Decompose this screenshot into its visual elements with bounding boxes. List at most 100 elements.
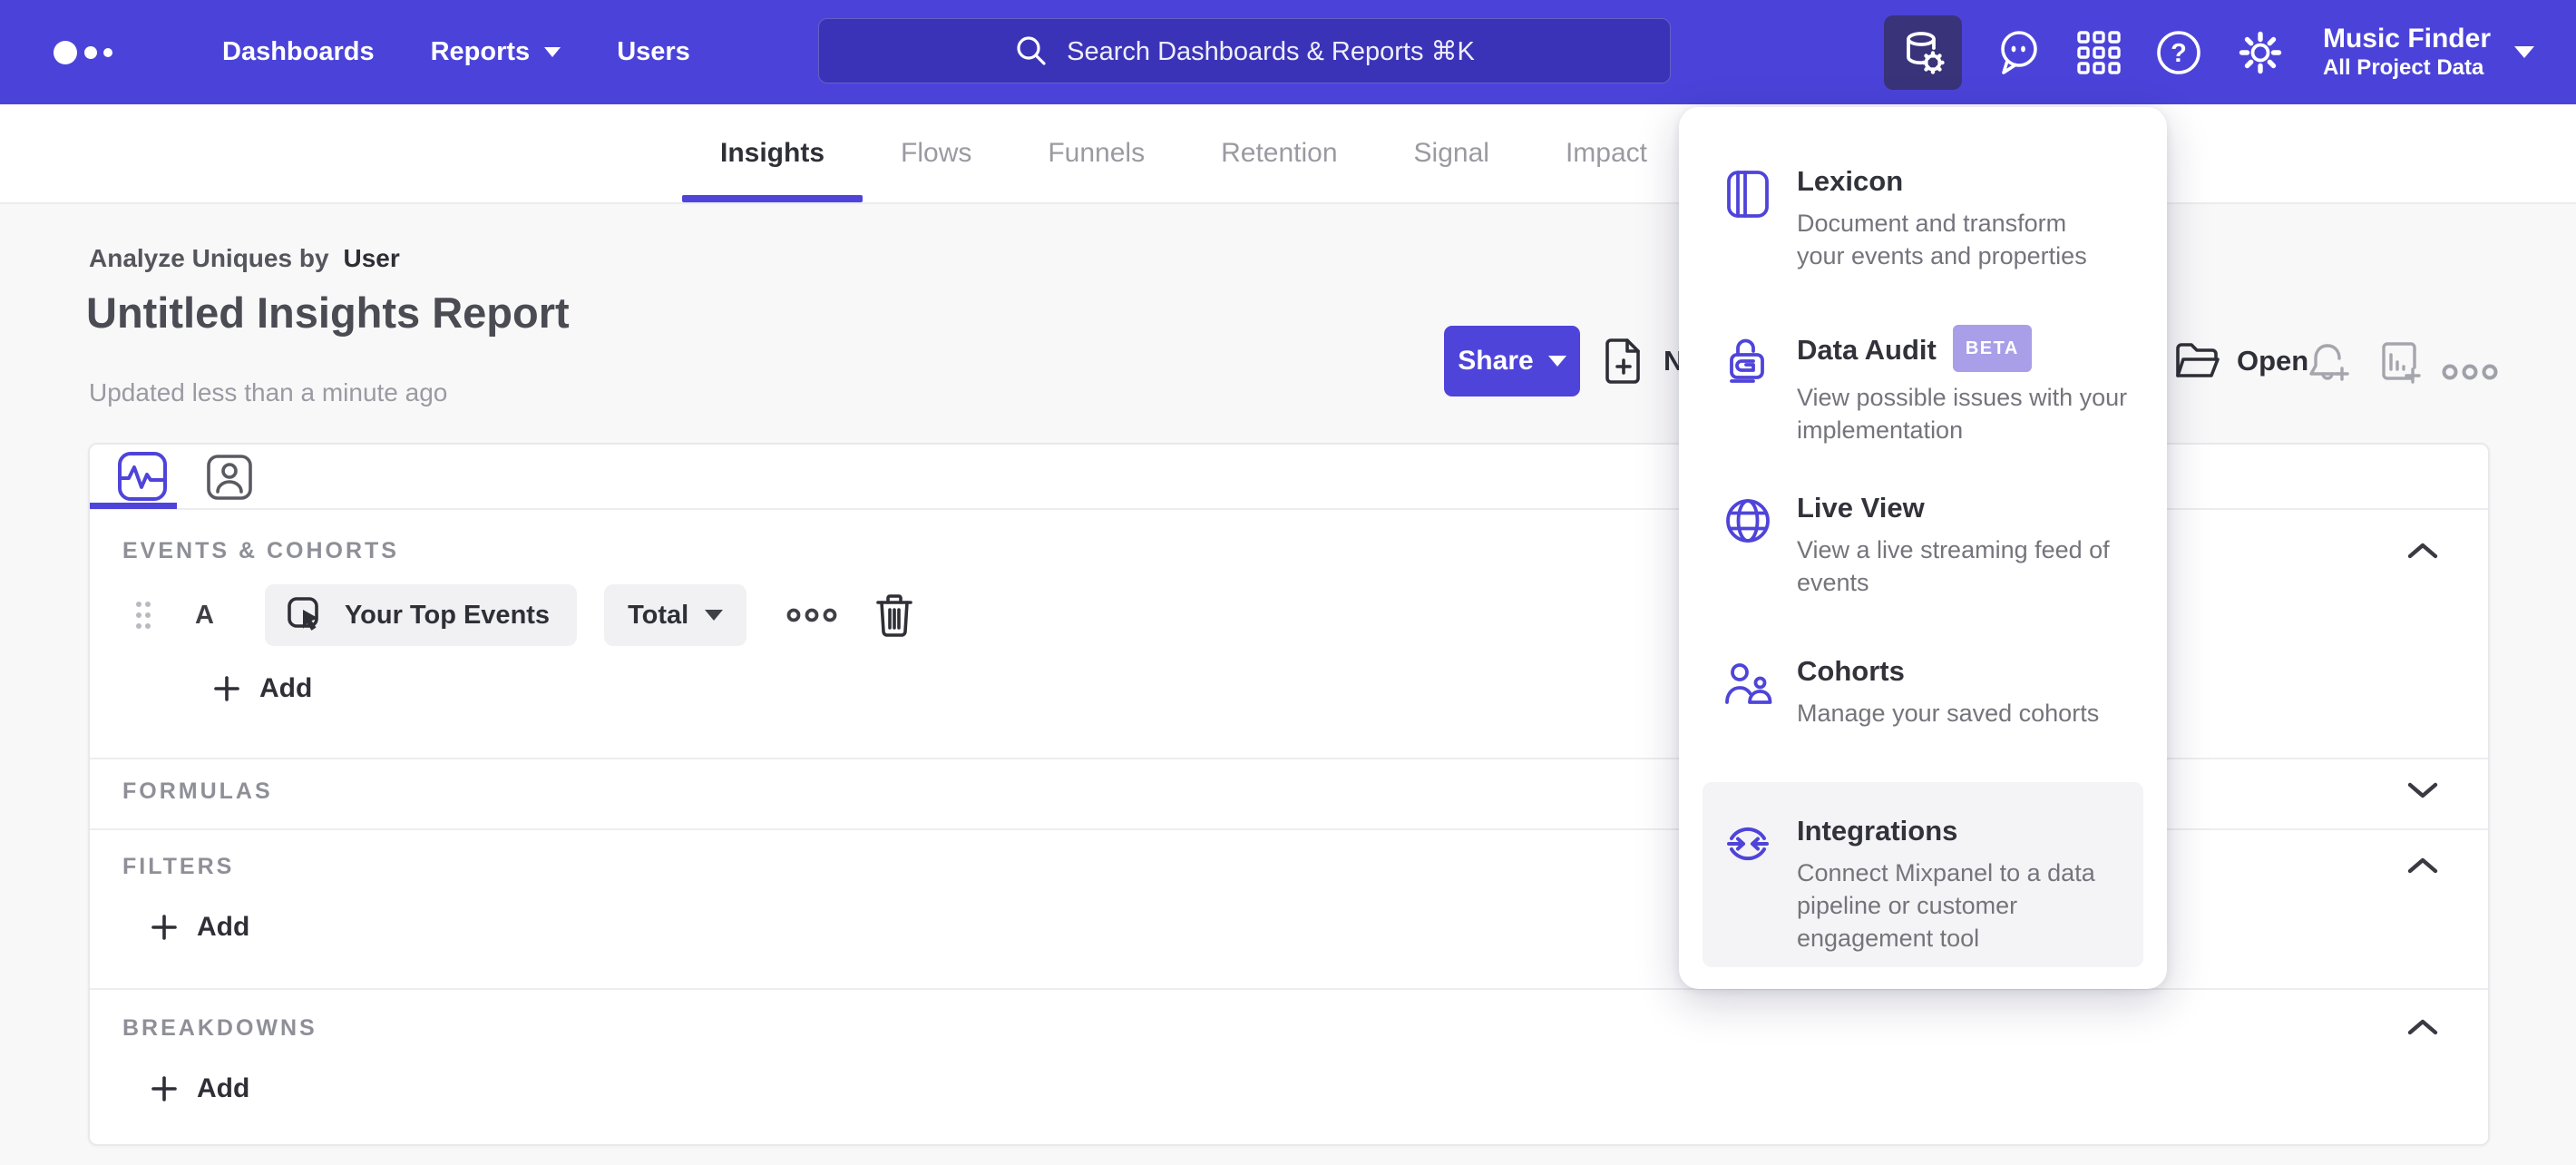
share-button[interactable]: Share	[1444, 326, 1580, 396]
chart-view-tab[interactable]	[117, 451, 168, 502]
settings-gear-button[interactable]	[2236, 28, 2285, 77]
alert-bell-plus-button[interactable]	[2304, 338, 2353, 387]
updated-timestamp: Updated less than a minute ago	[89, 378, 448, 406]
menu-item-description: Document and transform your events and p…	[1797, 210, 2087, 269]
open-report-button[interactable]: Open	[2173, 326, 2308, 396]
plus-icon	[150, 1074, 179, 1103]
menu-item-live-view[interactable]: Live View View a live streaming feed of …	[1703, 472, 2143, 617]
project-selector[interactable]: Music Finder All Project Data	[2317, 23, 2534, 82]
menu-item-title: Live View	[1797, 492, 1925, 524]
tab-insights-label: Insights	[720, 138, 825, 168]
drag-handle[interactable]	[135, 597, 151, 633]
nav-right-cluster: ? Music Finder All Project Data	[1883, 0, 2576, 104]
tab-insights[interactable]: Insights	[682, 104, 864, 202]
report-title[interactable]: Untitled Insights Report	[86, 288, 570, 338]
collapse-filters-chevron-up[interactable]	[2406, 857, 2439, 875]
analysis-mode-value[interactable]: User	[344, 244, 400, 273]
data-management-icon	[1899, 29, 1947, 76]
menu-item-data-audit[interactable]: Data Audit BETA View possible issues wit…	[1703, 308, 2143, 465]
add-filter-button[interactable]: Add	[150, 912, 249, 943]
add-breakdown-button[interactable]: Add	[150, 1073, 249, 1104]
integrations-sync-icon	[1722, 818, 1773, 949]
tab-funnels[interactable]: Funnels	[1048, 104, 1145, 202]
open-report-label: Open	[2237, 345, 2309, 377]
delete-event-trash-button[interactable]	[873, 592, 915, 639]
data-management-menu: Lexicon Document and transform your even…	[1679, 107, 2167, 989]
mixpanel-app: Dashboards Reports Users Search Dashboar…	[0, 0, 2576, 1165]
menu-item-title: Cohorts	[1797, 655, 1905, 687]
menu-item-integrations[interactable]: Integrations Connect Mixpanel to a data …	[1703, 782, 2143, 967]
project-name: Music Finder	[2322, 24, 2491, 54]
active-tab-underline	[682, 195, 864, 202]
svg-text:?: ?	[2171, 39, 2187, 68]
tab-flows[interactable]: Flows	[901, 104, 971, 202]
analysis-mode: Analyze Uniques by User	[89, 244, 400, 273]
event-more-options-button[interactable]	[786, 604, 837, 626]
nav-reports-label: Reports	[430, 37, 531, 66]
data-audit-lock-icon	[1722, 332, 1773, 446]
chevron-down-icon	[705, 610, 724, 621]
live-view-globe-icon	[1722, 495, 1773, 599]
feedback-button[interactable]	[1995, 27, 2044, 78]
event-row-letter: A	[195, 600, 214, 630]
breakdowns-section-header: BREAKDOWNS	[122, 1015, 317, 1041]
file-plus-icon	[1604, 337, 1645, 386]
events-section-header: EVENTS & COHORTS	[122, 538, 399, 563]
profiles-view-tab[interactable]	[206, 454, 253, 501]
more-options-button[interactable]	[2442, 360, 2498, 384]
menu-item-description: Manage your saved cohorts	[1797, 700, 2100, 727]
cohorts-people-icon	[1722, 659, 1773, 729]
add-to-board-chart-plus-button[interactable]	[2375, 338, 2424, 387]
menu-item-description: View possible issues with your implement…	[1797, 384, 2128, 444]
search-input[interactable]: Search Dashboards & Reports ⌘K	[818, 18, 1671, 83]
tab-signal[interactable]: Signal	[1414, 104, 1489, 202]
report-tab-bar: Insights Flows Funnels Retention Signal …	[0, 104, 2576, 204]
add-event-button[interactable]: Add	[212, 673, 312, 704]
plus-icon	[150, 913, 179, 942]
tab-retention[interactable]: Retention	[1221, 104, 1337, 202]
chevron-down-icon	[544, 47, 561, 57]
plus-icon	[212, 674, 241, 703]
nav-users-label: Users	[617, 37, 690, 66]
analysis-mode-label: Analyze Uniques by	[89, 244, 329, 272]
menu-item-title: Lexicon	[1797, 165, 1904, 197]
folder-icon	[2173, 340, 2220, 382]
filters-section-header: FILTERS	[122, 854, 235, 879]
report-tabs: Insights Flows Funnels Retention Signal …	[682, 104, 1647, 202]
mixpanel-logo-icon[interactable]	[44, 29, 127, 76]
project-info: Music Finder All Project Data	[2323, 23, 2491, 82]
top-nav: Dashboards Reports Users Search Dashboar…	[0, 0, 2576, 104]
data-management-button[interactable]	[1883, 15, 1962, 90]
event-name: Your Top Events	[344, 600, 551, 630]
chevron-down-icon	[1547, 356, 1566, 367]
nav-reports[interactable]: Reports	[431, 37, 561, 67]
nav-dashboards[interactable]: Dashboards	[222, 37, 375, 67]
apps-grid-button[interactable]	[2076, 30, 2122, 75]
event-selector-button[interactable]: Your Top Events	[264, 584, 578, 646]
menu-item-description: View a live streaming feed of events	[1797, 536, 2110, 596]
search-placeholder: Search Dashboards & Reports ⌘K	[1067, 36, 1475, 66]
active-view-underline	[90, 503, 177, 509]
nav-dashboards-label: Dashboards	[222, 37, 375, 66]
insights-page: Analyze Uniques by User Untitled Insight…	[0, 204, 2576, 1165]
tab-impact[interactable]: Impact	[1566, 104, 1647, 202]
menu-item-description: Connect Mixpanel to a data pipeline or c…	[1797, 859, 2095, 952]
event-row: A Your Top Events Total	[135, 582, 915, 648]
formulas-section-header: FORMULAS	[122, 778, 273, 804]
collapse-events-chevron-up[interactable]	[2406, 542, 2439, 560]
aggregation-dropdown[interactable]: Total	[604, 584, 747, 646]
event-pointer-icon	[285, 594, 327, 636]
help-button[interactable]: ?	[2154, 28, 2203, 77]
lexicon-book-icon	[1722, 169, 1773, 272]
menu-item-lexicon[interactable]: Lexicon Document and transform your even…	[1703, 145, 2143, 290]
expand-formulas-chevron-down[interactable]	[2406, 781, 2439, 799]
beta-badge: BETA	[1952, 325, 2032, 372]
chevron-down-icon	[2514, 45, 2534, 58]
menu-item-title: Integrations	[1797, 815, 1958, 847]
search-icon	[1014, 34, 1049, 68]
menu-item-cohorts[interactable]: Cohorts Manage your saved cohorts	[1703, 635, 2143, 748]
aggregation-value: Total	[628, 600, 689, 630]
collapse-breakdowns-chevron-up[interactable]	[2406, 1018, 2439, 1036]
menu-item-title: Data Audit BETA	[1797, 325, 2169, 374]
nav-users[interactable]: Users	[617, 37, 690, 67]
